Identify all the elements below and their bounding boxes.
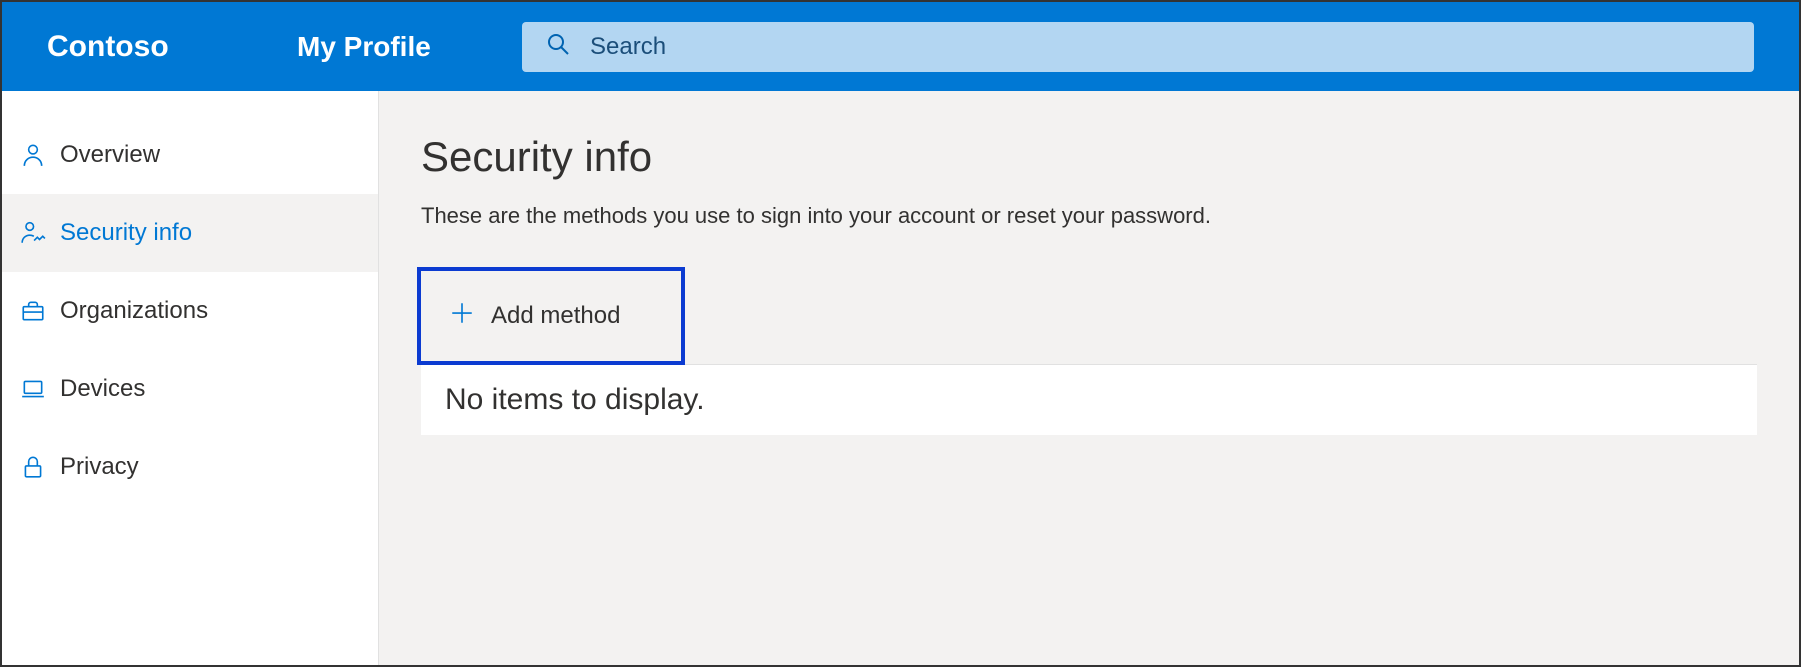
sidebar-item-label: Privacy bbox=[60, 453, 139, 481]
page-subtitle: These are the methods you use to sign in… bbox=[421, 203, 1757, 229]
laptop-icon bbox=[20, 376, 46, 402]
header: Contoso My Profile bbox=[2, 2, 1799, 91]
add-method-button[interactable]: Add method bbox=[417, 267, 685, 365]
page-title: Security info bbox=[421, 133, 1757, 181]
app-title: My Profile bbox=[297, 31, 522, 63]
sidebar-item-label: Overview bbox=[60, 141, 160, 169]
sidebar-item-privacy[interactable]: Privacy bbox=[2, 428, 378, 506]
sidebar-item-overview[interactable]: Overview bbox=[2, 116, 378, 194]
content: Overview Security info Organizations Dev… bbox=[2, 91, 1799, 665]
main-panel: Security info These are the methods you … bbox=[379, 91, 1799, 665]
sidebar-item-label: Devices bbox=[60, 375, 145, 403]
sidebar: Overview Security info Organizations Dev… bbox=[2, 91, 379, 665]
person-icon bbox=[20, 142, 46, 168]
sidebar-item-label: Security info bbox=[60, 219, 192, 247]
methods-toolbar: Add method bbox=[421, 267, 1757, 365]
sidebar-item-label: Organizations bbox=[60, 297, 208, 325]
search-icon bbox=[546, 32, 570, 61]
empty-message: No items to display. bbox=[445, 383, 705, 416]
lock-icon bbox=[20, 454, 46, 480]
briefcase-icon bbox=[20, 298, 46, 324]
search-box[interactable] bbox=[522, 22, 1754, 72]
sidebar-item-devices[interactable]: Devices bbox=[2, 350, 378, 428]
sidebar-item-security-info[interactable]: Security info bbox=[2, 194, 378, 272]
brand-name: Contoso bbox=[47, 30, 297, 64]
plus-icon bbox=[449, 300, 475, 333]
person-key-icon bbox=[20, 220, 46, 246]
sidebar-item-organizations[interactable]: Organizations bbox=[2, 272, 378, 350]
search-input[interactable] bbox=[590, 33, 1730, 61]
empty-state: No items to display. bbox=[421, 365, 1757, 435]
add-method-label: Add method bbox=[491, 302, 620, 330]
